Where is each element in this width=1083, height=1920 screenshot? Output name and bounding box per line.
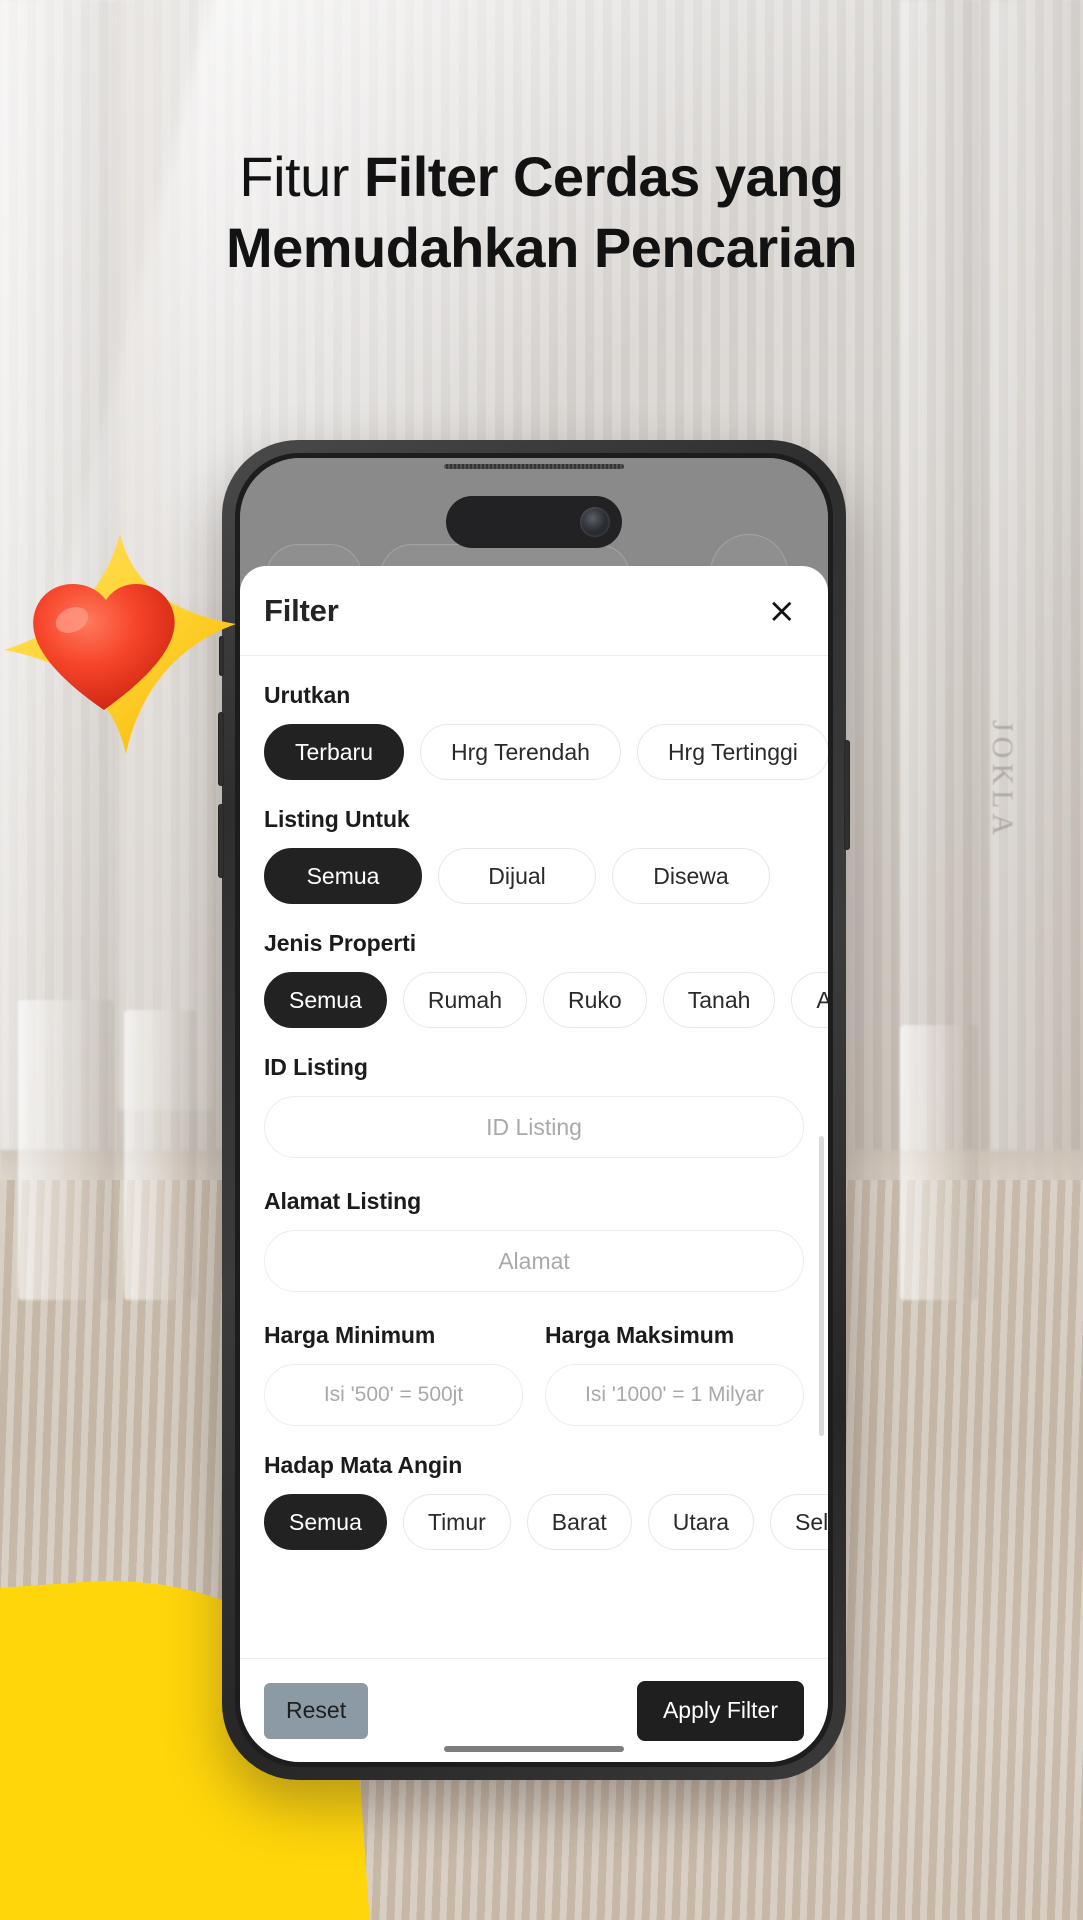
chip-hadap-utara[interactable]: Utara: [647, 1494, 755, 1550]
chip-jenis-tanah[interactable]: Tanah: [662, 972, 776, 1028]
section-label-jenis-properti: Jenis Properti: [264, 930, 416, 956]
phone-mockup: Filter × Urutkan Terbaru Hrg Terendah Hr…: [218, 440, 850, 1780]
chip-row-urutkan[interactable]: Terbaru Hrg Terendah Hrg Tertinggi: [240, 724, 828, 780]
label-id-listing: ID Listing: [264, 1054, 368, 1080]
chip-listing-disewa[interactable]: Disewa: [612, 848, 770, 904]
chip-hadap-barat[interactable]: Barat: [526, 1494, 632, 1550]
chip-hadap-semua[interactable]: Semua: [264, 1494, 387, 1550]
section-id-listing: ID Listing: [240, 1054, 828, 1081]
home-indicator: [444, 1746, 624, 1752]
section-harga-maksimum: Harga Maksimum: [545, 1322, 804, 1452]
label-harga-minimum: Harga Minimum: [264, 1322, 436, 1348]
chip-jenis-ruko[interactable]: Ruko: [543, 972, 647, 1028]
phone-screen: Filter × Urutkan Terbaru Hrg Terendah Hr…: [240, 458, 828, 1762]
section-label-hadap-mata-angin: Hadap Mata Angin: [264, 1452, 463, 1478]
section-label-listing-untuk: Listing Untuk: [264, 806, 410, 832]
harga-minimum-input[interactable]: [265, 1365, 522, 1425]
filter-sheet-header: Filter ×: [240, 566, 828, 656]
chip-urutkan-hrg-tertinggi[interactable]: Hrg Tertinggi: [636, 724, 828, 780]
section-jenis-properti: Jenis Properti: [240, 930, 828, 957]
front-camera-icon: [580, 507, 610, 537]
id-listing-input[interactable]: [265, 1097, 803, 1157]
phone-power-button[interactable]: [844, 740, 850, 850]
close-icon[interactable]: ×: [760, 588, 805, 634]
field-alamat-listing[interactable]: [264, 1230, 804, 1292]
section-harga-range: Harga Minimum Harga Maksimum: [240, 1322, 828, 1452]
chip-jenis-semua[interactable]: Semua: [264, 972, 387, 1028]
background-pillar: [900, 1025, 978, 1300]
page-headline: Fitur Filter Cerdas yang Memudahkan Penc…: [0, 142, 1083, 283]
filter-sheet: Filter × Urutkan Terbaru Hrg Terendah Hr…: [240, 566, 828, 1762]
background-pillar: [124, 1010, 196, 1300]
section-hadap-mata-angin: Hadap Mata Angin: [240, 1452, 828, 1479]
filter-sheet-title: Filter: [264, 592, 339, 628]
chip-jenis-apartment[interactable]: Apartment: [791, 972, 828, 1028]
alamat-listing-input[interactable]: [265, 1231, 803, 1291]
headline-line-1-light: Fitur: [239, 145, 364, 208]
chip-hadap-timur[interactable]: Timur: [402, 1494, 511, 1550]
section-urutkan: Urutkan: [240, 682, 828, 709]
chip-hadap-selatan[interactable]: Selatan: [770, 1494, 828, 1550]
chip-listing-semua[interactable]: Semua: [264, 848, 422, 904]
section-harga-minimum: Harga Minimum: [264, 1322, 523, 1452]
sheet-scrollbar[interactable]: [819, 1136, 824, 1436]
reset-button[interactable]: Reset: [264, 1682, 369, 1739]
section-listing-untuk: Listing Untuk: [240, 806, 828, 833]
filter-sheet-body[interactable]: Urutkan Terbaru Hrg Terendah Hrg Terting…: [240, 656, 828, 1658]
heart-sparkle-icon: [0, 528, 250, 800]
field-harga-minimum[interactable]: [264, 1364, 523, 1426]
headline-line-1-bold: Filter Cerdas yang: [363, 145, 844, 208]
apply-filter-button[interactable]: Apply Filter: [636, 1680, 804, 1741]
chip-row-listing-untuk[interactable]: Semua Dijual Disewa: [240, 848, 828, 904]
earpiece-speaker: [444, 464, 624, 469]
phone-bezel: Filter × Urutkan Terbaru Hrg Terendah Hr…: [235, 453, 833, 1767]
phone-volume-down-button[interactable]: [218, 804, 224, 878]
section-label-urutkan: Urutkan: [264, 682, 351, 708]
chip-jenis-rumah[interactable]: Rumah: [402, 972, 528, 1028]
dynamic-island: [446, 496, 622, 548]
harga-maksimum-input[interactable]: [546, 1365, 803, 1425]
label-alamat-listing: Alamat Listing: [264, 1188, 422, 1214]
field-id-listing[interactable]: [264, 1096, 804, 1158]
chip-urutkan-terbaru[interactable]: Terbaru: [264, 724, 404, 780]
label-harga-maksimum: Harga Maksimum: [545, 1322, 735, 1348]
chip-row-hadap-mata-angin[interactable]: Semua Timur Barat Utara Selatan Tenggara: [240, 1494, 828, 1550]
headline-line-2: Memudahkan Pencarian: [225, 215, 858, 279]
chip-urutkan-hrg-terendah[interactable]: Hrg Terendah: [419, 724, 621, 780]
headline-line-1: Fitur Filter Cerdas yang: [0, 142, 1083, 213]
chip-listing-dijual[interactable]: Dijual: [438, 848, 596, 904]
chip-row-jenis-properti[interactable]: Semua Rumah Ruko Tanah Apartment: [240, 972, 828, 1028]
background-vertical-text: JOKLA: [986, 720, 1019, 840]
background-pillar: [18, 1000, 114, 1300]
field-harga-maksimum[interactable]: [545, 1364, 804, 1426]
section-alamat-listing: Alamat Listing: [240, 1188, 828, 1215]
